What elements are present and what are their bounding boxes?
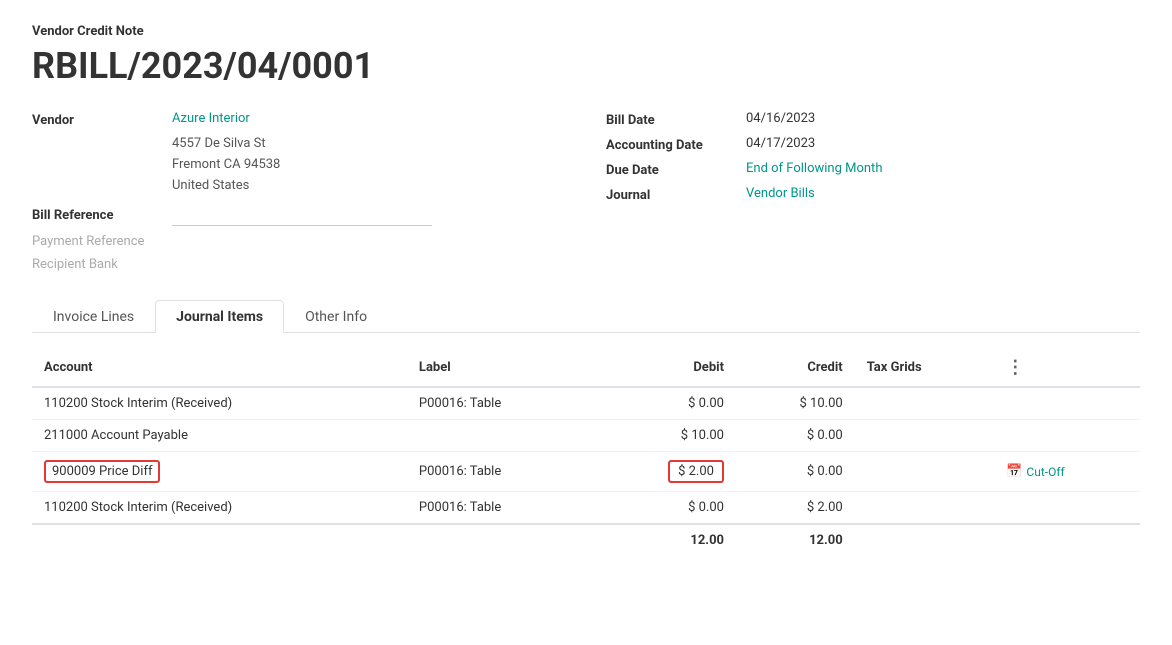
row3-action[interactable]: 📅 Cut-Off [994,452,1140,492]
totals-empty-1 [32,524,407,556]
col-debit: Debit [595,349,736,387]
row4-credit: $ 2.00 [736,492,855,525]
row4-account: 110200 Stock Interim (Received) [32,492,407,525]
table-row: 110200 Stock Interim (Received) P00016: … [32,492,1140,525]
row2-debit: $ 10.00 [595,420,736,452]
row3-tax-grids [855,452,995,492]
vendor-label: Vendor [32,111,172,128]
col-account: Account [32,349,407,387]
document-title: RBILL/2023/04/0001 [32,45,1140,87]
row1-action [994,387,1140,420]
cut-off-button[interactable]: 📅 Cut-Off [1006,464,1064,479]
row1-credit: $ 10.00 [736,387,855,420]
accounting-date-value: 04/17/2023 [746,136,815,151]
tab-bar: Invoice Lines Journal Items Other Info [32,300,1140,333]
row4-debit: $ 0.00 [595,492,736,525]
row2-action [994,420,1140,452]
row4-tax-grids [855,492,995,525]
row1-debit: $ 0.00 [595,387,736,420]
totals-empty-2 [407,524,595,556]
due-date-value[interactable]: End of Following Month [746,161,882,176]
table-row: 110200 Stock Interim (Received) P00016: … [32,387,1140,420]
row4-label: P00016: Table [407,492,595,525]
journal-items-table: Account Label Debit Credit Tax Grids ⋮ 1… [32,349,1140,556]
journal-value[interactable]: Vendor Bills [746,186,815,201]
col-label: Label [407,349,595,387]
journal-label: Journal [606,186,746,203]
table-row-highlighted: 900009 Price Diff P00016: Table $ 2.00 $… [32,452,1140,492]
tab-invoice-lines[interactable]: Invoice Lines [32,300,155,333]
bill-reference-input[interactable] [172,206,432,226]
calendar-icon: 📅 [1006,464,1022,479]
col-credit: Credit [736,349,855,387]
tab-journal-items[interactable]: Journal Items [155,300,284,333]
row1-label: P00016: Table [407,387,595,420]
account-highlight: 900009 Price Diff [44,460,160,483]
vendor-address: 4557 De Silva St Fremont CA 94538 United… [172,134,566,196]
row3-debit: $ 2.00 [595,452,736,492]
debit-highlight: $ 2.00 [668,460,724,483]
row1-account: 110200 Stock Interim (Received) [32,387,407,420]
due-date-label: Due Date [606,161,746,178]
accounting-date-label: Accounting Date [606,136,746,153]
document-type: Vendor Credit Note [32,24,1140,39]
row2-tax-grids [855,420,995,452]
totals-empty-4 [994,524,1140,556]
row1-tax-grids [855,387,995,420]
totals-empty-3 [855,524,995,556]
bill-date-value: 04/16/2023 [746,111,815,126]
totals-debit: 12.00 [595,524,736,556]
totals-row: 12.00 12.00 [32,524,1140,556]
vendor-section: Vendor Azure Interior 4557 De Silva St F… [32,111,566,276]
tab-other-info[interactable]: Other Info [284,300,388,333]
row2-credit: $ 0.00 [736,420,855,452]
totals-credit: 12.00 [736,524,855,556]
row2-account: 211000 Account Payable [32,420,407,452]
recipient-bank-label: Recipient Bank [32,257,566,272]
bill-date-label: Bill Date [606,111,746,128]
row3-account: 900009 Price Diff [32,452,407,492]
row3-credit: $ 0.00 [736,452,855,492]
col-actions: ⋮ [994,349,1140,387]
bill-reference-label: Bill Reference [32,206,172,223]
col-tax-grids: Tax Grids [855,349,995,387]
row2-label [407,420,595,452]
cut-off-label: Cut-Off [1026,465,1064,479]
table-row: 211000 Account Payable $ 10.00 $ 0.00 [32,420,1140,452]
dates-section: Bill Date 04/16/2023 Accounting Date 04/… [606,111,1140,276]
payment-reference-label: Payment Reference [32,234,566,249]
row3-label: P00016: Table [407,452,595,492]
vendor-name[interactable]: Azure Interior [172,111,250,126]
table-menu-icon[interactable]: ⋮ [1006,357,1024,378]
row4-action [994,492,1140,525]
